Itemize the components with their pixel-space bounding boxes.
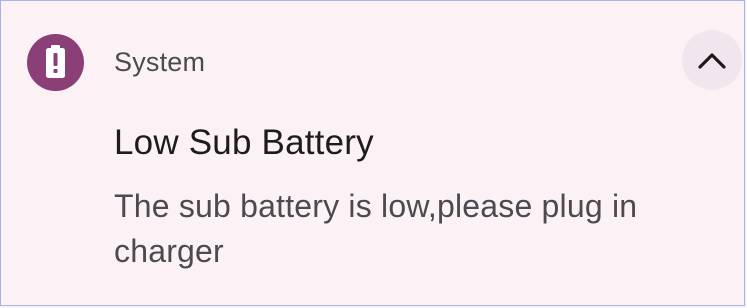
- battery-alert-icon: [27, 34, 84, 91]
- chevron-up-icon: [698, 53, 726, 69]
- app-name: System: [114, 47, 206, 77]
- notification-card[interactable]: System Low Sub Battery The sub battery i…: [0, 0, 745, 306]
- notification-body: The sub battery is low,please plug in ch…: [114, 188, 638, 269]
- collapse-button[interactable]: [682, 30, 742, 90]
- notification-title: Low Sub Battery: [114, 123, 374, 162]
